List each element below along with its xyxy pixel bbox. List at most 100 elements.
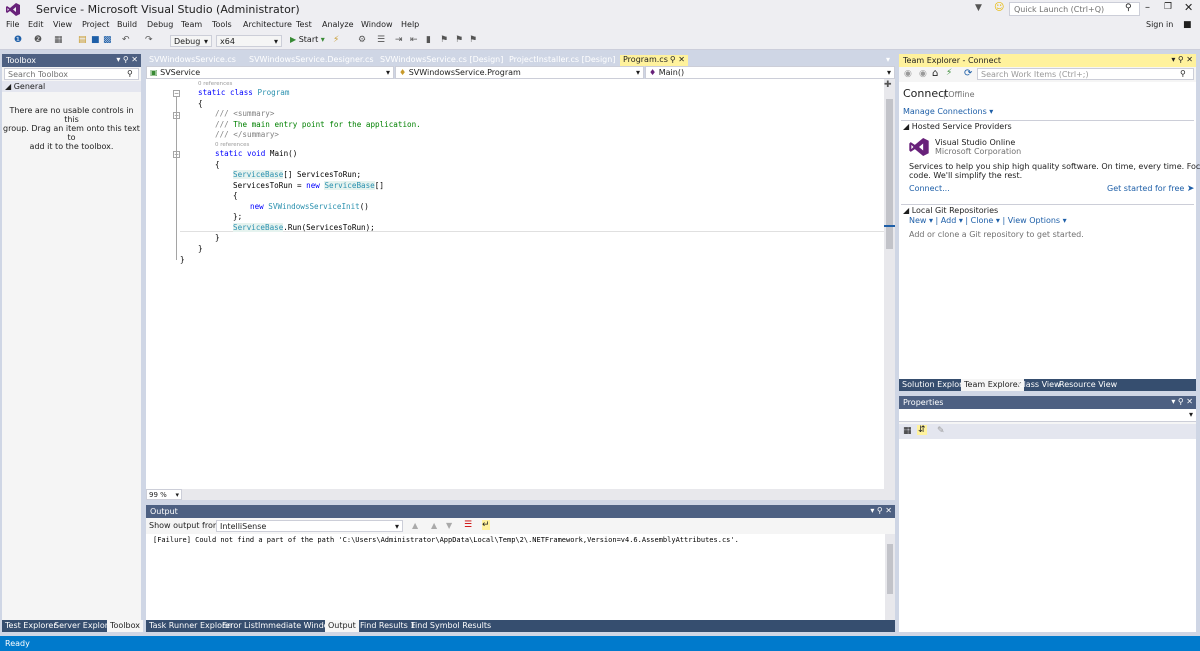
- menu-help[interactable]: Help: [401, 20, 419, 29]
- editor-vertical-scrollbar[interactable]: [884, 79, 895, 489]
- toolbox-group-general[interactable]: ◢ General: [2, 81, 141, 92]
- manage-connections-label: Manage Connections: [903, 107, 987, 116]
- tab-svwindowsservice-design[interactable]: SVWindowsService.cs [Design]: [377, 55, 506, 66]
- solution-platform-select[interactable]: x64 ▾: [216, 35, 282, 47]
- undo-icon[interactable]: ↶: [122, 35, 130, 45]
- output-text-area[interactable]: [Failure] Could not find a part of the p…: [146, 534, 885, 620]
- filter-icon[interactable]: ▼: [975, 3, 982, 13]
- output-source-value: IntelliSense: [220, 522, 267, 531]
- word-wrap-icon[interactable]: ↵: [482, 520, 490, 530]
- member-navigation-dropdown[interactable]: ♦ Main() ▾: [645, 66, 895, 79]
- git-add-link[interactable]: Add: [941, 216, 957, 225]
- account-icon[interactable]: ■: [1183, 20, 1192, 30]
- properties-object-select[interactable]: ▾: [899, 409, 1196, 422]
- codelens-references[interactable]: 0 references: [215, 142, 249, 148]
- git-new-link[interactable]: New: [909, 216, 926, 225]
- git-clone-link[interactable]: Clone: [971, 216, 994, 225]
- start-debugging-button[interactable]: ▶ Start ▾: [290, 35, 325, 44]
- redo-icon[interactable]: ↷: [145, 35, 153, 45]
- tab-program-cs[interactable]: Program.cs ⚲ ✕: [620, 55, 688, 66]
- sign-in-link[interactable]: Sign in: [1146, 20, 1173, 29]
- find-icon[interactable]: ⚙: [358, 35, 366, 45]
- menu-view[interactable]: View: [53, 20, 72, 29]
- split-editor-icon[interactable]: ✚: [884, 80, 892, 90]
- navigate-forward-icon[interactable]: ❷: [34, 35, 42, 45]
- menu-team[interactable]: Team: [181, 20, 202, 29]
- start-label: Start: [298, 35, 319, 44]
- menu-debug[interactable]: Debug: [147, 20, 173, 29]
- tab-resource-view[interactable]: Resource View: [1056, 379, 1120, 391]
- code-line: /// <summary>: [215, 109, 275, 118]
- tab-toolbox[interactable]: Toolbox: [107, 620, 143, 632]
- offline-label: Offline: [948, 90, 975, 99]
- go-to-message-icon[interactable]: ▲: [412, 521, 418, 530]
- menu-file[interactable]: File: [6, 20, 19, 29]
- editor-horizontal-scrollbar[interactable]: [146, 489, 895, 500]
- close-button[interactable]: ✕: [1184, 1, 1193, 14]
- clear-all-icon[interactable]: ☰: [464, 520, 472, 530]
- project-navigation-dropdown[interactable]: ▣ SVService ▾: [146, 66, 394, 79]
- open-file-icon[interactable]: ▤: [78, 35, 87, 45]
- alphabetical-icon[interactable]: ⇵: [917, 425, 927, 435]
- bookmark-next-icon[interactable]: ⚑: [455, 35, 463, 45]
- menu-architecture[interactable]: Architecture: [243, 20, 292, 29]
- menu-test[interactable]: Test: [296, 20, 312, 29]
- search-work-items-input[interactable]: Search Work Items (Ctrl+;): [977, 68, 1194, 80]
- zoom-select[interactable]: 99 % ▾: [146, 489, 182, 500]
- next-message-icon[interactable]: ▼: [446, 521, 452, 530]
- categorized-icon[interactable]: ▦: [903, 426, 912, 436]
- home-icon[interactable]: ⌂: [932, 68, 938, 79]
- format-icon[interactable]: ☰: [377, 35, 385, 45]
- output-source-select[interactable]: IntelliSense ▾: [216, 520, 403, 532]
- attach-icon[interactable]: ⚡: [333, 35, 339, 45]
- menu-build[interactable]: Build: [117, 20, 137, 29]
- navigate-back-icon[interactable]: ❶: [14, 35, 22, 45]
- tab-svwindowsservice-cs[interactable]: SVWindowsService.cs: [146, 55, 239, 66]
- solution-configuration-select[interactable]: Debug ▾: [170, 35, 212, 47]
- bookmark-icon[interactable]: ▮: [426, 35, 431, 45]
- bookmark-clear-icon[interactable]: ⚑: [469, 35, 477, 45]
- pin-close-icon[interactable]: ⚲ ✕: [670, 55, 685, 64]
- new-project-icon[interactable]: ▦: [54, 35, 63, 45]
- hosted-service-providers-header[interactable]: ◢ Hosted Service Providers: [903, 122, 1012, 131]
- tab-find-symbol-results[interactable]: Find Symbol Results: [408, 620, 494, 632]
- code-token: Main(): [269, 149, 298, 158]
- tab-overflow-icon[interactable]: ▾: [886, 55, 890, 64]
- tab-output[interactable]: Output: [325, 620, 359, 632]
- output-vertical-scrollbar[interactable]: [885, 534, 895, 620]
- scroll-thumb[interactable]: [887, 544, 893, 594]
- save-icon[interactable]: ■: [91, 35, 100, 45]
- restore-button[interactable]: ❐: [1164, 2, 1172, 12]
- quick-launch-input[interactable]: Quick Launch (Ctrl+Q): [1009, 2, 1140, 16]
- tab-projectinstaller-design[interactable]: ProjectInstaller.cs [Design]: [506, 55, 618, 66]
- toolbox-search-input[interactable]: Search Toolbox: [4, 68, 139, 80]
- code-editor[interactable]: [146, 79, 884, 489]
- tab-svwindowsservice-designer-cs[interactable]: SVWindowsService.Designer.cs: [246, 55, 377, 66]
- forward-icon[interactable]: ◉: [919, 69, 927, 79]
- minimize-button[interactable]: –: [1145, 2, 1150, 13]
- hosted-header-label: Hosted Service Providers: [911, 122, 1012, 131]
- indent-icon[interactable]: ⇥: [395, 35, 403, 45]
- save-all-icon[interactable]: ▩: [103, 35, 112, 45]
- get-started-free-link[interactable]: Get started for free ➤: [1107, 184, 1194, 194]
- property-pages-icon[interactable]: ✎: [937, 426, 945, 436]
- feedback-smiley-icon[interactable]: ☺: [994, 2, 1004, 13]
- menu-edit[interactable]: Edit: [28, 20, 44, 29]
- local-git-repositories-header[interactable]: ◢ Local Git Repositories: [903, 206, 998, 215]
- codelens-references[interactable]: 0 references: [198, 81, 232, 87]
- outdent-icon[interactable]: ⇤: [410, 35, 418, 45]
- bookmark-prev-icon[interactable]: ⚑: [440, 35, 448, 45]
- connect-icon[interactable]: ⚡: [946, 68, 952, 78]
- menu-window[interactable]: Window: [361, 20, 393, 29]
- refresh-icon[interactable]: ⟳: [964, 68, 972, 79]
- manage-connections-link[interactable]: Manage Connections ▾: [903, 107, 993, 116]
- menu-analyze[interactable]: Analyze: [322, 20, 354, 29]
- connect-vso-link[interactable]: Connect...: [909, 184, 950, 193]
- toolbox-panel: Search Toolbox ⚲ ◢ General There are no …: [2, 67, 141, 620]
- menu-project[interactable]: Project: [82, 20, 109, 29]
- previous-message-icon[interactable]: ▲: [431, 521, 437, 530]
- menu-tools[interactable]: Tools: [212, 20, 232, 29]
- git-view-options-link[interactable]: View Options: [1008, 216, 1060, 225]
- back-icon[interactable]: ◉: [904, 69, 912, 79]
- class-navigation-dropdown[interactable]: ♦ SVWindowsService.Program ▾: [395, 66, 644, 79]
